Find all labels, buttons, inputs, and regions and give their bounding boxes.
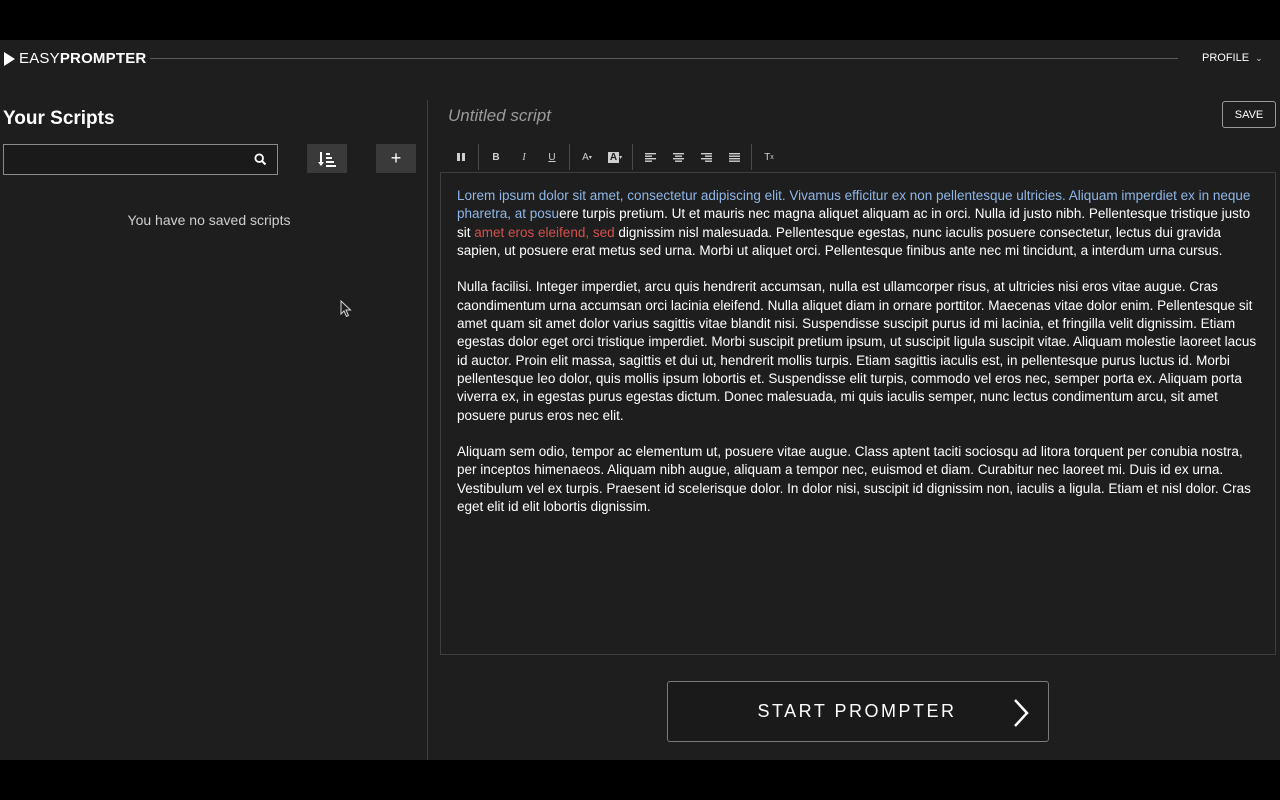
plus-icon: + (390, 148, 402, 168)
clear-format-icon[interactable]: Tx (755, 144, 783, 170)
start-prompter-button[interactable]: START PROMPTER (667, 681, 1049, 742)
red-text: amet eros eleifend, sed (474, 224, 615, 240)
toolbar-separator (751, 144, 752, 170)
toolbar-separator (478, 144, 479, 170)
highlight-color-icon[interactable]: A ▾ (601, 144, 629, 170)
align-justify-icon[interactable] (720, 144, 748, 170)
bold-icon[interactable]: B (482, 144, 510, 170)
align-right-icon[interactable] (692, 144, 720, 170)
panel-divider (427, 100, 428, 760)
editor-paragraph: Lorem ipsum dolor sit amet, consectetur … (457, 187, 1259, 260)
logo[interactable]: EASY PROMPTER (4, 50, 146, 67)
editor-paragraph: Nulla facilisi. Integer imperdiet, arcu … (457, 279, 1257, 423)
chevron-down-icon: ⌄ (1255, 52, 1263, 63)
sort-icon (318, 151, 336, 167)
pause-icon[interactable] (447, 144, 475, 170)
letterbox-bottom (0, 760, 1280, 800)
letterbox-top (0, 0, 1280, 40)
profile-menu[interactable]: PROFILE ⌄ (1202, 52, 1263, 64)
app-header: EASY PROMPTER PROFILE ⌄ (0, 40, 1280, 78)
profile-label: PROFILE (1202, 52, 1250, 64)
toolbar-separator (569, 144, 570, 170)
toolbar-separator (632, 144, 633, 170)
mouse-cursor-icon (340, 300, 352, 318)
start-prompter-label: START PROMPTER (757, 701, 957, 721)
script-title-input[interactable]: Untitled script (448, 106, 551, 126)
logo-text-easy: EASY (19, 50, 60, 67)
search-icon[interactable] (254, 153, 267, 166)
align-center-icon[interactable] (664, 144, 692, 170)
empty-scripts-message: You have no saved scripts (127, 212, 291, 228)
sort-button[interactable] (307, 144, 347, 173)
logo-text-prompter: PROMPTER (59, 50, 147, 67)
search-input[interactable] (4, 145, 244, 174)
font-color-icon[interactable]: A ▾ (573, 144, 601, 170)
italic-icon[interactable]: I (510, 144, 538, 170)
scripts-title: Your Scripts (3, 108, 115, 129)
script-editor[interactable]: Lorem ipsum dolor sit amet, consectetur … (440, 172, 1276, 655)
add-script-button[interactable]: + (376, 144, 416, 173)
scripts-panel: Your Scripts + You have no saved scripts (0, 100, 428, 760)
chevron-right-icon (1014, 699, 1029, 727)
underline-icon[interactable]: U (538, 144, 566, 170)
editor-paragraph: Aliquam sem odio, tempor ac elementum ut… (457, 444, 1251, 515)
save-button[interactable]: SAVE (1222, 101, 1276, 128)
editor-toolbar: B I U A ▾ A ▾ Tx (447, 143, 783, 171)
app-window: EASY PROMPTER PROFILE ⌄ Your Scripts + Y… (0, 40, 1280, 760)
header-divider (150, 58, 1178, 59)
search-box (3, 144, 278, 175)
align-left-icon[interactable] (636, 144, 664, 170)
play-logo-icon (4, 51, 15, 66)
